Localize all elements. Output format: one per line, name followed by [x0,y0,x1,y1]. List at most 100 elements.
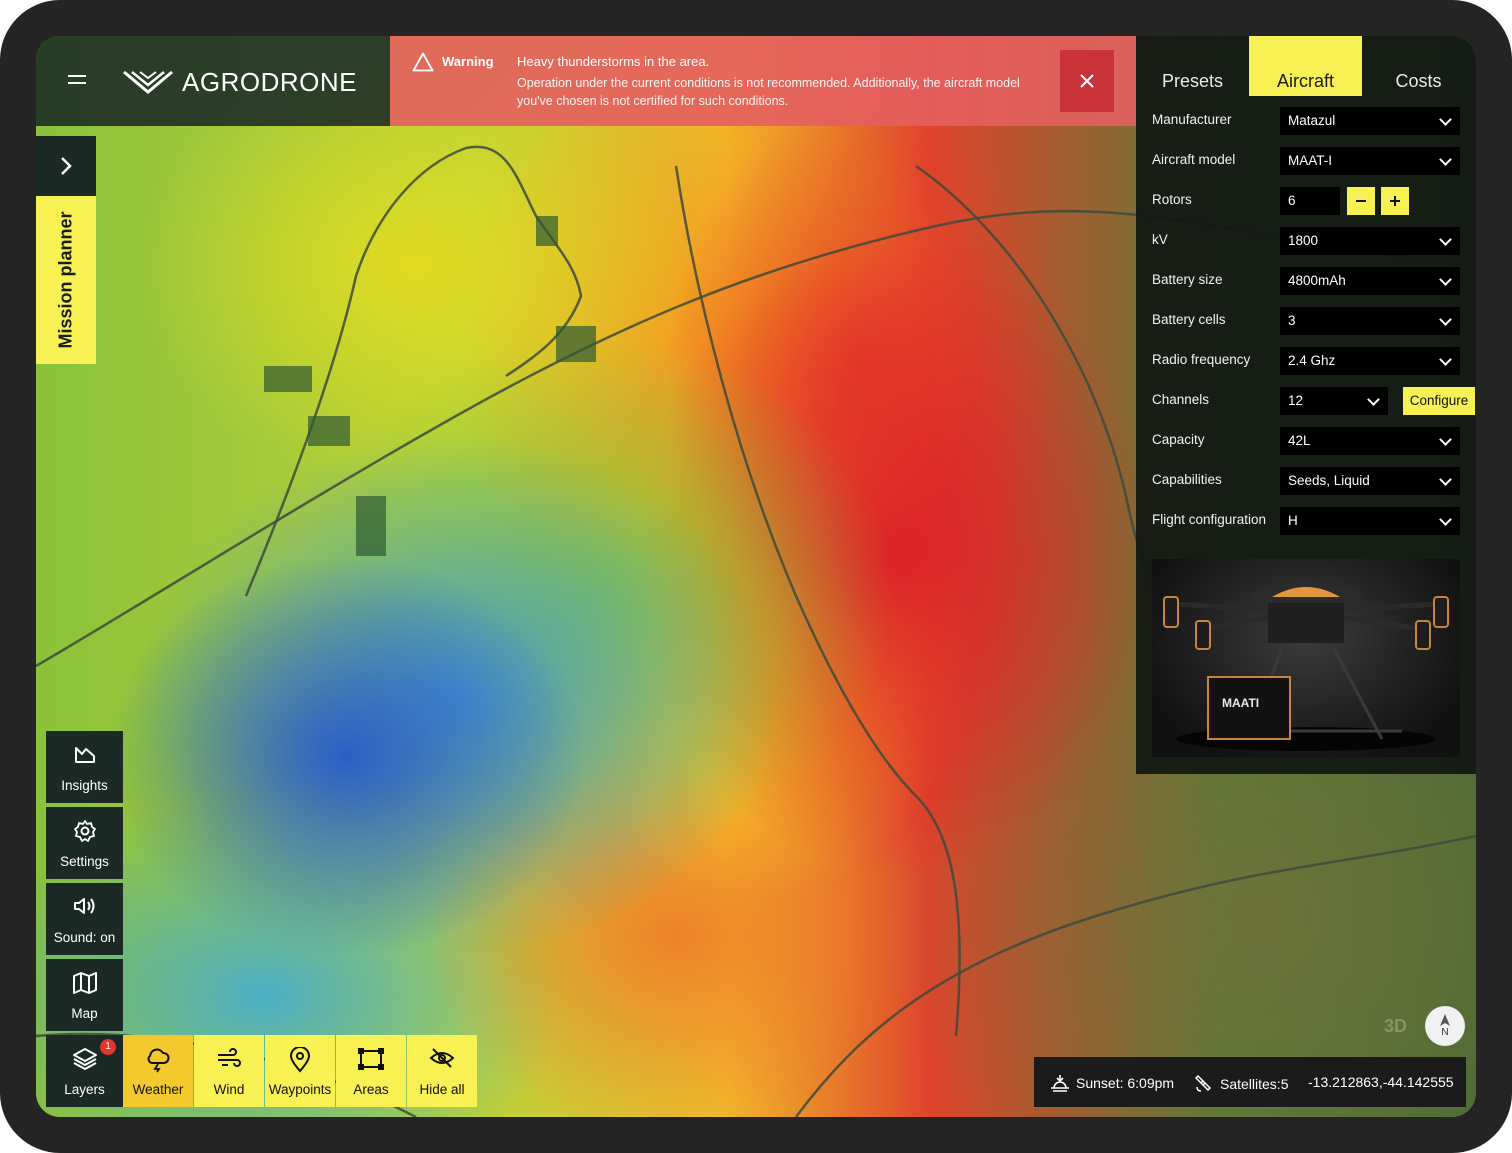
sound-label: Sound: on [53,930,116,945]
warning-banner: Warning Heavy thunderstorms in the area.… [390,36,1136,126]
kv-label: kV [1152,232,1168,247]
insights-icon [74,747,95,763]
sound-button[interactable]: Sound: on [46,883,123,955]
app-screen: AGRODRONE Warning Heavy thunderstorms in… [36,36,1476,1117]
kv-select[interactable]: 1800 [1280,227,1460,255]
brand-chevron-icon [123,70,173,94]
weather-button[interactable]: Weather [123,1035,193,1107]
hide-all-button[interactable]: Hide all [407,1035,477,1107]
eye-off-icon [429,1048,455,1068]
areas-label: Areas [353,1082,389,1097]
wind-button[interactable]: Wind [194,1035,264,1107]
map-button[interactable]: Map [46,959,123,1031]
device-frame: AGRODRONE Warning Heavy thunderstorms in… [0,0,1512,1153]
field-capabilities: Capabilities Seeds, Liquid [1152,467,1460,495]
warning-heading: Heavy thunderstorms in the area. [517,54,710,69]
tab-presets[interactable]: Presets [1136,36,1249,96]
coordinates-info: -13.212863,-44.142555 [1308,1074,1454,1090]
radio-frequency-select[interactable]: 2.4 Ghz [1280,347,1460,375]
field-aircraft-model: Aircraft model MAAT-I [1152,147,1460,175]
flight-configuration-select[interactable]: H [1280,507,1460,535]
close-icon [1080,74,1094,88]
battery-cells-label: Battery cells [1152,312,1226,327]
battery-size-label: Battery size [1152,272,1223,287]
tab-costs[interactable]: Costs [1362,36,1475,96]
capabilities-select[interactable]: Seeds, Liquid [1280,467,1460,495]
compass-button[interactable]: N [1425,1006,1465,1046]
status-bar: Sunset: 6:09pm Satellites:5 -13.212863,-… [1034,1057,1466,1107]
drone-illustration: MAATI [1163,583,1449,751]
chevron-down-icon [1439,313,1452,326]
top-bar: AGRODRONE [36,36,390,126]
manufacturer-select[interactable]: Matazul [1280,107,1460,135]
layers-badge: 1 [100,1039,116,1055]
storm-cloud-icon [147,1048,170,1073]
close-warning-button[interactable] [1060,50,1114,112]
rotors-input[interactable]: 6 [1280,187,1340,215]
drone-brand-text: MAATI [1222,696,1259,710]
weather-label: Weather [132,1082,184,1097]
settings-button[interactable]: Settings [46,807,123,879]
aircraft-model-label: Aircraft model [1152,152,1236,167]
battery-cells-select[interactable]: 3 [1280,307,1460,335]
waypoints-label: Waypoints [268,1082,332,1097]
configure-button[interactable]: Configure [1403,387,1475,415]
panel-tabs: Presets Aircraft Costs [1136,36,1476,96]
flight-configuration-label: Flight configuration [1152,512,1267,527]
mission-planner-tab[interactable]: Mission planner [36,196,96,364]
field-channels: Channels 12 Configure [1152,387,1475,415]
field-kv: kV 1800 [1152,227,1460,255]
chevron-down-icon [1439,153,1452,166]
capacity-select[interactable]: 42L [1280,427,1460,455]
minus-icon [1356,200,1366,202]
field-manufacturer: Manufacturer Matazul [1152,107,1460,135]
tab-aircraft[interactable]: Aircraft [1249,36,1362,96]
capacity-label: Capacity [1152,432,1205,447]
chevron-down-icon [1439,113,1452,126]
layers-icon [72,1048,97,1070]
wind-icon [218,1048,241,1067]
channels-label: Channels [1152,392,1210,407]
warning-triangle-icon [412,52,434,72]
waypoints-button[interactable]: Waypoints [265,1035,335,1107]
chevron-down-icon [1439,473,1452,486]
warning-title: Warning [442,54,494,69]
wind-label: Wind [213,1082,245,1097]
rotors-label: Rotors [1152,192,1192,207]
sunset-icon [1051,1075,1069,1092]
field-capacity: Capacity 42L [1152,427,1460,455]
insights-label: Insights [61,778,108,793]
field-battery-cells: Battery cells 3 [1152,307,1460,335]
chevron-down-icon [1439,233,1452,246]
manufacturer-label: Manufacturer [1152,112,1232,127]
insights-button[interactable]: Insights [46,731,123,803]
areas-button[interactable]: Areas [336,1035,406,1107]
chevron-down-icon [1439,433,1452,446]
field-radio-frequency: Radio frequency 2.4 Ghz [1152,347,1460,375]
field-rotors: Rotors 6 [1152,187,1460,215]
satellites-info: Satellites:5 [1194,1074,1288,1094]
rotors-increment-button[interactable] [1381,187,1409,215]
layers-button[interactable]: 1 Layers [46,1035,123,1107]
brand-logo: AGRODRONE [122,62,357,102]
sunset-info: Sunset: 6:09pm [1050,1074,1174,1092]
field-battery-size: Battery size 4800mAh [1152,267,1460,295]
speaker-icon [73,898,94,914]
map-icon [72,972,97,994]
rotors-decrement-button[interactable] [1347,187,1375,215]
chevron-down-icon [1367,393,1380,406]
map-pin-icon [289,1047,311,1073]
chevron-down-icon [1439,273,1452,286]
3d-toggle[interactable]: 3D [1384,1016,1407,1037]
battery-size-select[interactable]: 4800mAh [1280,267,1460,295]
warning-message: Operation under the current conditions i… [517,76,1020,108]
aircraft-panel: Presets Aircraft Costs Manufacturer Mata… [1136,36,1476,774]
satellites-text: Satellites:5 [1220,1076,1289,1092]
menu-icon[interactable] [66,72,90,90]
field-flight-configuration: Flight configuration H [1152,507,1460,535]
channels-select[interactable]: 12 [1280,387,1388,415]
mission-planner-expand-button[interactable] [36,136,96,196]
mission-planner-label: Mission planner [55,211,76,349]
chevron-right-icon [61,157,72,175]
aircraft-model-select[interactable]: MAAT-I [1280,147,1460,175]
